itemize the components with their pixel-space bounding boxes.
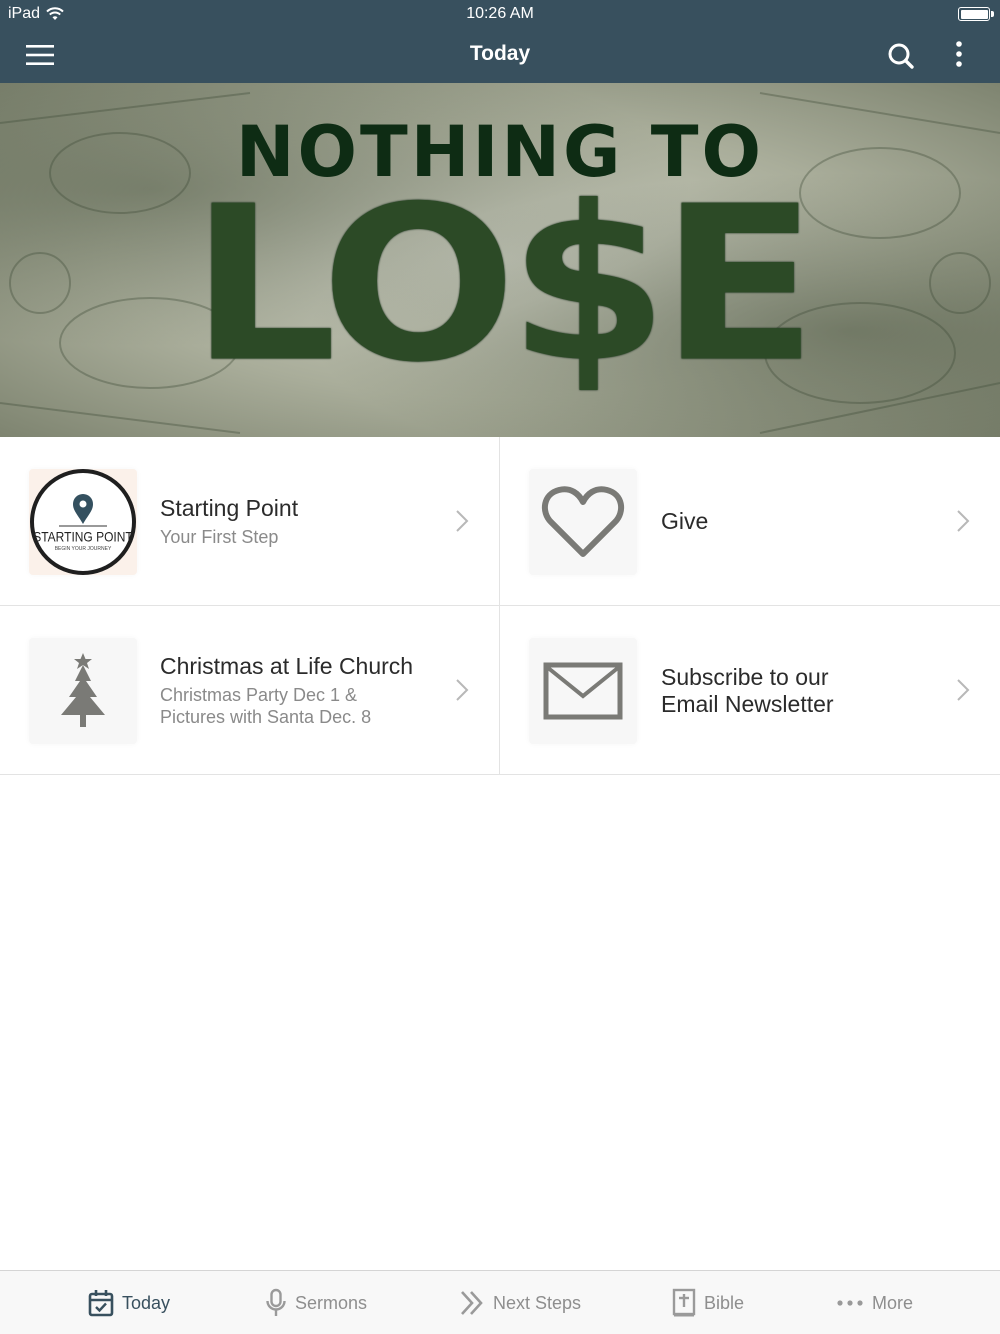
double-chevron-right-icon <box>461 1291 483 1315</box>
card-newsletter[interactable]: Subscribe to our Email Newsletter <box>500 606 1000 775</box>
tab-label: More <box>872 1292 914 1313</box>
card-title: Give <box>661 508 709 534</box>
microphone-icon <box>266 1288 286 1316</box>
tab-label: Sermons <box>295 1292 368 1313</box>
tab-label: Next Steps <box>493 1292 582 1313</box>
tab-bar: Today Sermons Next Steps Bible More <box>0 1270 1000 1334</box>
chevron-right-icon <box>957 510 970 532</box>
card-text: Give <box>661 437 940 606</box>
tab-next-steps[interactable]: Next Steps <box>459 1271 581 1334</box>
status-bar: iPad 10:26 AM <box>0 0 1000 28</box>
svg-text:BEGIN YOUR JOURNEY: BEGIN YOUR JOURNEY <box>55 546 112 552</box>
tab-bible[interactable]: Bible <box>672 1271 744 1334</box>
tab-label: Today <box>122 1292 171 1313</box>
content-grid: STARTING POINT BEGIN YOUR JOURNEY Starti… <box>0 437 1000 775</box>
card-text: Starting Point Your First Step <box>160 437 439 606</box>
christmas-thumbnail <box>29 638 137 744</box>
tab-sermons[interactable]: Sermons <box>265 1271 367 1334</box>
heart-icon <box>541 486 625 557</box>
chevron-right-icon <box>456 679 469 701</box>
calendar-check-icon <box>88 1290 114 1317</box>
search-button[interactable] <box>886 41 916 71</box>
christmas-tree-icon <box>61 653 105 727</box>
tab-today[interactable]: Today <box>88 1271 170 1334</box>
tab-more[interactable]: More <box>836 1271 913 1334</box>
ellipsis-icon <box>837 1300 863 1306</box>
status-time: 10:26 AM <box>466 5 534 22</box>
more-vertical-icon <box>956 41 962 67</box>
card-give[interactable]: Give <box>500 437 1000 606</box>
bible-icon <box>672 1288 696 1317</box>
card-christmas[interactable]: Christmas at Life Church Christmas Party… <box>0 606 500 775</box>
card-title: Starting Point <box>160 495 299 521</box>
tab-label: Bible <box>704 1292 745 1313</box>
chevron-right-icon <box>957 679 970 701</box>
card-subtitle: Your First Step <box>160 527 279 547</box>
page-title: Today <box>469 42 531 65</box>
envelope-icon <box>543 662 623 720</box>
hero-title-line2: LO$E <box>190 161 817 410</box>
card-title: Christmas at Life Church <box>160 653 414 679</box>
more-options-button[interactable] <box>946 40 972 72</box>
battery-icon <box>958 7 994 21</box>
starting-point-logo: STARTING POINT BEGIN YOUR JOURNEY <box>29 469 137 575</box>
chevron-right-icon <box>456 510 469 532</box>
top-bar: iPad 10:26 AM Today <box>0 0 1000 83</box>
navigation-bar: Today <box>0 28 1000 83</box>
card-text: Christmas at Life Church Christmas Party… <box>160 606 439 775</box>
card-subtitle: Christmas Party Dec 1 & Pictures with Sa… <box>160 685 372 727</box>
give-thumbnail <box>529 469 637 575</box>
svg-text:STARTING POINT: STARTING POINT <box>33 529 133 545</box>
hero-banner[interactable]: NOTHING TO LO$E <box>0 83 1000 437</box>
newsletter-thumbnail <box>529 638 637 744</box>
card-text: Subscribe to our Email Newsletter <box>661 606 940 775</box>
search-icon <box>888 43 914 69</box>
card-starting-point[interactable]: STARTING POINT BEGIN YOUR JOURNEY Starti… <box>0 437 500 606</box>
card-title: Subscribe to our Email Newsletter <box>661 663 834 717</box>
